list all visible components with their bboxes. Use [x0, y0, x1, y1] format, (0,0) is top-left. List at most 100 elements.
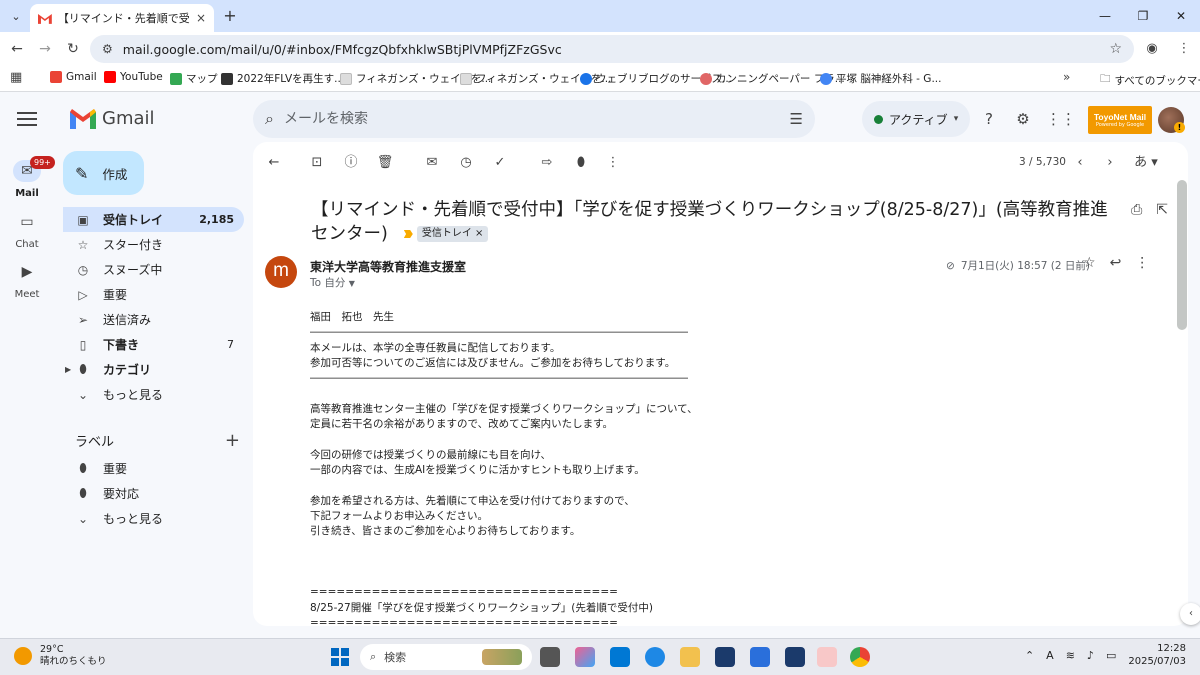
bookmark-maps[interactable]: マップ — [170, 71, 218, 86]
nav-drafts[interactable]: ▯ 下書き 7 — [63, 332, 244, 357]
newer-chevron-icon[interactable]: ‹ — [1069, 152, 1091, 174]
browser-menu-icon[interactable]: ⋮ — [1174, 38, 1194, 60]
taskbar-search[interactable]: ⌕ 検索 — [360, 644, 532, 670]
wifi-icon[interactable]: ≋ — [1066, 649, 1075, 662]
bookmarks-overflow-icon[interactable]: » — [1063, 70, 1070, 84]
message-more-icon[interactable]: ⋮ — [1135, 255, 1149, 271]
side-panel-toggle-icon[interactable]: ‹ — [1180, 603, 1200, 625]
older-chevron-icon[interactable]: › — [1099, 152, 1121, 174]
bookmark-youtube[interactable]: YouTube — [104, 71, 163, 83]
task-view-icon[interactable] — [540, 647, 560, 667]
nav-snoozed[interactable]: ◷ スヌーズ中 — [63, 257, 244, 282]
all-bookmarks[interactable]: 🗀 すべてのブックマーク — [1100, 71, 1200, 89]
bookmark-flv[interactable]: 2022年FLVを再生す... — [221, 71, 344, 86]
remove-label-icon[interactable]: × — [475, 228, 483, 239]
label-icon[interactable]: ⬮ — [570, 152, 592, 174]
reply-icon[interactable]: ↩ — [1110, 255, 1122, 271]
open-new-window-icon[interactable]: ⇱ — [1156, 202, 1168, 218]
copilot-icon[interactable] — [575, 647, 595, 667]
bookmark-gmail[interactable]: Gmail — [50, 71, 97, 83]
outlook-icon[interactable] — [610, 647, 630, 667]
gmail-logo[interactable]: Gmail — [70, 108, 155, 129]
toyonet-brand-logo[interactable]: ToyoNet Mail Powered by Google — [1088, 106, 1152, 134]
report-spam-icon[interactable]: ⓘ — [340, 152, 362, 174]
edge-icon[interactable] — [645, 647, 665, 667]
forward-arrow-icon[interactable]: → — [34, 38, 56, 60]
mail-search[interactable]: ⌕ ☰ — [253, 100, 815, 138]
help-icon[interactable]: ? — [978, 108, 1000, 130]
clock[interactable]: 12:28 2025/07/03 — [1128, 642, 1186, 668]
pinned-app-icon[interactable] — [817, 647, 837, 667]
compose-button[interactable]: ✎ 作成 — [63, 151, 144, 195]
main-menu-icon[interactable] — [17, 110, 37, 128]
google-apps-icon[interactable]: ⋮⋮ — [1046, 108, 1076, 130]
message-meta: ⊘ 7月1日(火) 18:57 (2 日前) — [946, 258, 1090, 273]
rail-meet[interactable]: ▶ Meet — [6, 261, 48, 300]
tray-overflow-chevron-icon[interactable]: ⌃ — [1025, 649, 1034, 662]
nav-inbox[interactable]: ▣ 受信トレイ 2,185 — [63, 207, 244, 232]
close-window-icon[interactable]: ✕ — [1162, 0, 1200, 32]
tab-search-chevron-icon[interactable]: ⌄ — [6, 6, 26, 26]
search-options-icon[interactable]: ☰ — [790, 110, 803, 128]
nav-starred[interactable]: ☆ スター付き — [63, 232, 244, 257]
bookmark-hiratsuka[interactable]: 平塚 脳神経外科 - G... — [820, 71, 941, 86]
move-to-folder-icon[interactable]: ⇨ — [536, 152, 558, 174]
minimize-icon[interactable]: — — [1086, 0, 1124, 32]
label-action-required[interactable]: ⬮ 要対応 — [63, 481, 244, 506]
status-selector[interactable]: アクティブ ▾ — [862, 101, 971, 137]
importance-marker-icon[interactable] — [403, 230, 413, 238]
settings-gear-icon[interactable]: ⚙ — [1012, 108, 1034, 130]
browser-tab-gmail[interactable]: 【リマインド・先着順で受付中】「学び × — [30, 4, 214, 32]
recipient-line[interactable]: To 自分 ▼ — [310, 275, 355, 290]
search-icon[interactable]: ⌕ — [265, 109, 274, 129]
back-to-inbox-icon[interactable]: ← — [263, 152, 285, 174]
details-chevron-icon[interactable]: ▼ — [349, 279, 355, 288]
nav-important[interactable]: ▷ 重要 — [63, 282, 244, 307]
restore-icon[interactable]: ❐ — [1124, 0, 1162, 32]
add-task-icon[interactable]: ✓ — [489, 152, 511, 174]
labels-more[interactable]: ⌄ もっと見る — [63, 506, 244, 531]
app-icon[interactable] — [785, 647, 805, 667]
chrome-icon[interactable] — [850, 647, 870, 667]
site-settings-icon[interactable]: ⚙ — [102, 42, 113, 56]
search-input[interactable] — [283, 111, 780, 127]
bookmark-star-icon[interactable]: ☆ — [1109, 41, 1122, 57]
battery-icon[interactable]: ▭ — [1106, 649, 1116, 662]
nav-sent[interactable]: ➢ 送信済み — [63, 307, 244, 332]
nav-categories[interactable]: ▶ ⬮ カテゴリ — [63, 357, 244, 382]
tab-close-icon[interactable]: × — [196, 11, 206, 25]
ime-indicator[interactable]: A — [1046, 649, 1054, 662]
mark-unread-icon[interactable]: ✉ — [421, 152, 443, 174]
archive-icon[interactable]: ⊡ — [306, 152, 328, 174]
new-tab-button[interactable]: + — [220, 6, 240, 26]
sender-avatar[interactable]: m — [265, 256, 297, 288]
omnibox[interactable]: ⚙ mail.google.com/mail/u/0/#inbox/FMfcgz… — [90, 35, 1134, 63]
profile-icon[interactable]: ◉ — [1142, 38, 1162, 60]
snooze-clock-icon[interactable]: ◷ — [455, 152, 477, 174]
rail-mail[interactable]: ✉ 99+ Mail — [6, 156, 55, 199]
weather-widget[interactable]: 29°C 晴れのちくもり — [14, 644, 107, 668]
expand-caret-icon[interactable]: ▶ — [65, 365, 71, 374]
print-icon[interactable]: ⎙ — [1131, 202, 1142, 218]
word-icon[interactable] — [715, 647, 735, 667]
store-icon[interactable] — [750, 647, 770, 667]
delete-trash-icon[interactable]: 🗑 — [374, 152, 396, 174]
inbox-label-chip[interactable]: 受信トレイ × — [416, 226, 489, 242]
nav-more[interactable]: ⌄ もっと見る — [63, 382, 244, 407]
input-tools-button[interactable]: あ ▾ — [1131, 152, 1161, 174]
message-scrollbar[interactable] — [1177, 180, 1187, 330]
more-actions-icon[interactable]: ⋮ — [602, 152, 624, 174]
add-label-icon[interactable]: + — [225, 430, 240, 451]
volume-icon[interactable]: ♪ — [1087, 649, 1094, 662]
rail-chat[interactable]: ▭ Chat — [6, 211, 48, 250]
url-text[interactable]: mail.google.com/mail/u/0/#inbox/FMfcgzQb… — [123, 42, 1100, 57]
body-line: 引き続き、皆さまのご参加を心よりお待ちしております。 — [310, 525, 581, 538]
label-important[interactable]: ⬮ 重要 — [63, 456, 244, 481]
reload-icon[interactable]: ↻ — [62, 38, 84, 60]
star-icon[interactable]: ☆ — [1083, 255, 1096, 271]
back-arrow-icon[interactable]: ← — [6, 38, 28, 60]
windows-start-icon[interactable] — [331, 648, 349, 666]
sender-name[interactable]: 東洋大学高等教育推進支援室 — [310, 258, 466, 275]
file-explorer-icon[interactable] — [680, 647, 700, 667]
apps-grid-icon[interactable]: ▦ — [10, 70, 22, 85]
